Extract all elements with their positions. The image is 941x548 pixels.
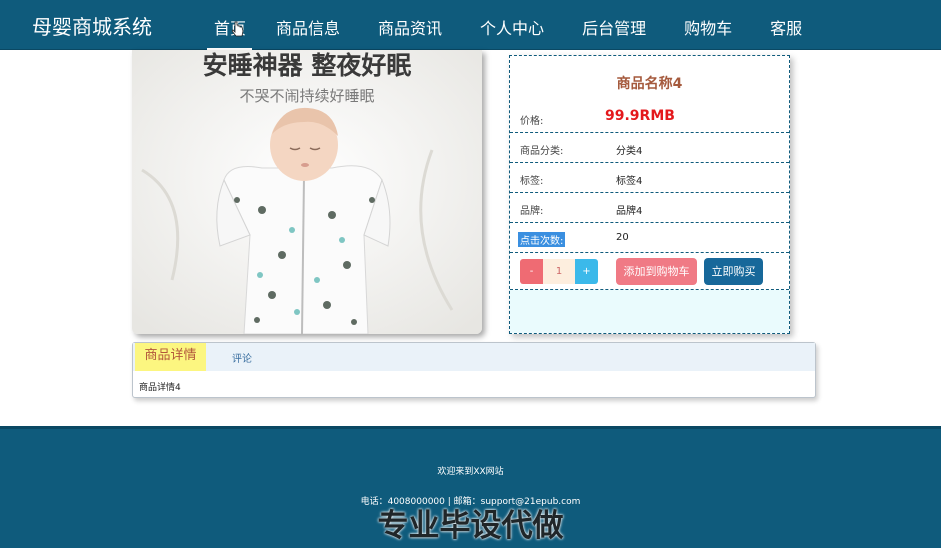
info-card-footer <box>510 290 789 333</box>
quantity-input[interactable]: 1 <box>543 259 575 284</box>
product-name: 商品名称4 <box>616 76 683 92</box>
site-logo[interactable]: 母婴商城系统 <box>32 11 152 40</box>
actions-row: - 1 + 添加到购物车 立即购买 <box>510 253 789 290</box>
nav-cart[interactable]: 购物车 <box>684 15 732 39</box>
category-label: 商品分类: <box>520 146 564 157</box>
price-label: 价格: <box>520 116 544 127</box>
detail-tabs: 商品详情 评论 <box>133 343 815 371</box>
category-value: 分类4 <box>616 146 643 157</box>
click-count-value: 20 <box>616 232 629 243</box>
brand-label: 品牌: <box>520 206 544 217</box>
quantity-decrease-button[interactable]: - <box>520 259 543 284</box>
add-to-cart-button[interactable]: 添加到购物车 <box>616 258 697 285</box>
detail-content: 商品详情4 <box>139 383 181 393</box>
brand-value: 品牌4 <box>616 206 643 217</box>
footer-welcome: 欢迎来到XX网站 <box>437 467 504 477</box>
tab-product-details[interactable]: 商品详情 <box>135 343 206 371</box>
main-nav: 首页 商品信息 商品资讯 个人中心 后台管理 购物车 客服 <box>214 15 840 39</box>
quantity-stepper: - 1 + <box>520 259 598 284</box>
nav-personal-center[interactable]: 个人中心 <box>480 15 544 39</box>
tag-label: 标签: <box>520 176 544 187</box>
brand-row: 品牌: 品牌4 <box>510 193 789 223</box>
site-footer: 欢迎来到XX网站 电话：4008000000 | 邮箱：support@21ep… <box>0 426 941 548</box>
tab-comments[interactable]: 评论 <box>232 350 252 365</box>
price-row: 价格: 99.9RMB <box>510 96 789 133</box>
image-headline: 安睡神器 整夜好眠 <box>203 51 412 80</box>
product-image[interactable]: 安睡神器 整夜好眠 不哭不闹持续好睡眠 <box>132 50 482 334</box>
product-info-card: 商品名称4 价格: 99.9RMB 商品分类: 分类4 标签: 标签4 品牌: … <box>509 55 790 334</box>
click-count-row: 点击次数: 20 <box>510 223 789 253</box>
nav-news[interactable]: 商品资讯 <box>378 15 442 39</box>
nav-service[interactable]: 客服 <box>770 15 802 39</box>
price-value: 99.9RMB <box>605 108 675 124</box>
nav-products[interactable]: 商品信息 <box>276 15 340 39</box>
product-detail-panel: 商品详情 评论 商品详情4 <box>132 342 816 398</box>
nav-admin[interactable]: 后台管理 <box>582 15 646 39</box>
quantity-increase-button[interactable]: + <box>575 259 598 284</box>
watermark-text: 专业毕设代做 <box>377 508 564 544</box>
tag-value: 标签4 <box>616 176 643 187</box>
top-navbar: 母婴商城系统 首页 商品信息 商品资讯 个人中心 后台管理 购物车 客服 <box>0 0 941 51</box>
mouse-pointer-icon <box>231 21 244 41</box>
buy-now-button[interactable]: 立即购买 <box>704 258 763 285</box>
category-row: 商品分类: 分类4 <box>510 133 789 163</box>
tag-row: 标签: 标签4 <box>510 163 789 193</box>
image-subline: 不哭不闹持续好睡眠 <box>239 87 374 105</box>
click-count-label: 点击次数: <box>518 232 566 247</box>
